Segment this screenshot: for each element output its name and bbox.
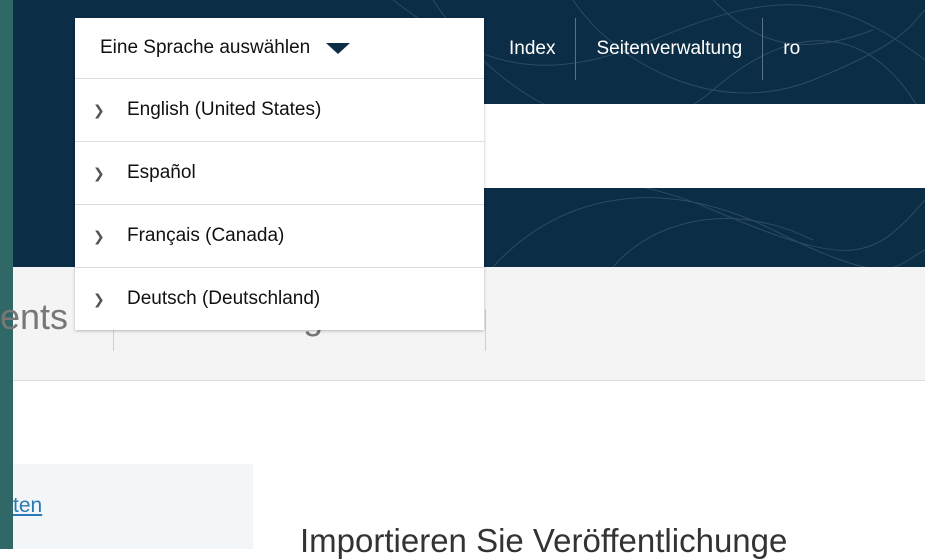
language-dropdown: Eine Sprache auswählen ❯ English (United… xyxy=(75,18,484,330)
tab-partial[interactable]: ents xyxy=(0,296,68,338)
sidebar-panel: ten xyxy=(13,464,253,549)
language-option-english[interactable]: ❯ English (United States) xyxy=(75,78,484,141)
page-heading: Importieren Sie Veröffentlichunge xyxy=(300,522,788,559)
chevron-right-icon: ❯ xyxy=(93,290,105,307)
sidebar-link[interactable]: ten xyxy=(13,494,42,518)
language-option-french[interactable]: ❯ Français (Canada) xyxy=(75,204,484,267)
language-select-label: Eine Sprache auswählen xyxy=(100,37,311,58)
nav-index[interactable]: Index xyxy=(484,18,575,80)
tab-divider xyxy=(485,309,486,351)
language-option-label: Français (Canada) xyxy=(127,225,285,246)
language-option-label: Español xyxy=(127,162,196,183)
chevron-right-icon: ❯ xyxy=(93,101,105,118)
top-navigation: Index Seitenverwaltung ro xyxy=(484,18,820,104)
language-option-label: Deutsch (Deutschland) xyxy=(127,288,321,309)
search-bar-area[interactable] xyxy=(484,104,925,188)
language-select-toggle[interactable]: Eine Sprache auswählen xyxy=(75,18,484,78)
caret-down-icon xyxy=(326,42,351,54)
window-edge xyxy=(0,0,13,549)
language-option-german[interactable]: ❯ Deutsch (Deutschland) xyxy=(75,267,484,330)
chevron-right-icon: ❯ xyxy=(93,164,105,181)
nav-seitenverwaltung[interactable]: Seitenverwaltung xyxy=(575,18,762,80)
language-option-spanish[interactable]: ❯ Español xyxy=(75,141,484,204)
language-option-label: English (United States) xyxy=(127,99,322,120)
chevron-right-icon: ❯ xyxy=(93,227,105,244)
nav-user[interactable]: ro xyxy=(762,18,820,80)
